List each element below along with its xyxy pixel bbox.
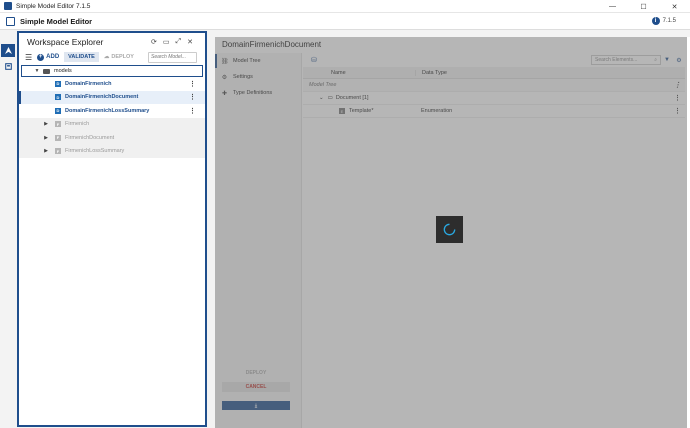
tree-item-domainfirmenich[interactable]: D DomainFirmenich ⋮ [19, 77, 205, 91]
model-icon: F [55, 134, 61, 141]
version-label: 7.1.5 [662, 18, 676, 24]
explorer-title: Workspace Explorer [27, 37, 104, 47]
model-tree: ▼ models D DomainFirmenich ⋮ D DomainFir… [19, 65, 205, 158]
window-titlebar: Simple Model Editor 7.1.5 — ☐ ✕ [0, 0, 690, 13]
folder-icon [43, 68, 50, 74]
chevron-right-icon[interactable]: ▶ [43, 135, 49, 141]
tree-item-label: FirmenichDocument [65, 134, 115, 141]
add-label: ADD [46, 54, 60, 60]
app-icon [4, 2, 12, 10]
version-indicator[interactable]: i 7.1.5 [651, 17, 676, 25]
tree-item-domainfirmenichdocument[interactable]: D DomainFirmenichDocument ⋮ [19, 90, 205, 104]
tree-item-domainfirmenichlosssummary[interactable]: D DomainFirmenichLossSummary ⋮ [19, 104, 205, 118]
validate-button[interactable]: VALIDATE [64, 52, 99, 62]
model-icon: F [55, 121, 61, 128]
more-options-icon[interactable]: ⋮ [189, 107, 196, 115]
refresh-icon[interactable]: ⟳ [151, 38, 157, 46]
spinner-icon [443, 223, 456, 236]
domain-model-icon: D [55, 107, 61, 114]
hamburger-menu-icon[interactable]: ☰ [25, 53, 32, 62]
tree-folder-models[interactable]: ▼ models [21, 65, 203, 77]
cloud-upload-icon: ☁ [103, 54, 110, 60]
info-icon[interactable]: i [651, 17, 660, 25]
deploy-label: DEPLOY [111, 54, 134, 60]
app-logo-icon [6, 16, 15, 26]
close-icon[interactable]: ✕ [187, 38, 193, 46]
tree-item-label: DomainFirmenich [65, 80, 112, 87]
rail-files-button[interactable] [1, 60, 15, 73]
minimize-button[interactable]: — [597, 0, 628, 13]
file-icon [4, 63, 12, 70]
tree-item-firmenichdocument[interactable]: ▶ F FirmenichDocument [19, 131, 205, 145]
window-controls: — ☐ ✕ [597, 0, 690, 12]
chevron-down-icon[interactable]: ▼ [34, 68, 40, 74]
chevron-right-icon[interactable]: ▶ [43, 121, 49, 127]
workspace-explorer: Workspace Explorer ⟳ ▭ ⤢ ✕ ☰ + ADD VALID… [17, 31, 207, 427]
rail-explorer-button[interactable] [1, 44, 15, 57]
close-window-button[interactable]: ✕ [659, 0, 690, 13]
model-explorer-icon [4, 47, 12, 54]
tree-item-label: Firmenich [65, 121, 90, 128]
tree-item-label: DomainFirmenichDocument [65, 94, 139, 101]
add-button[interactable]: + ADD [37, 53, 60, 61]
more-options-icon[interactable]: ⋮ [189, 93, 196, 101]
chevron-right-icon[interactable]: ▶ [43, 148, 49, 154]
explorer-toolbar: ☰ + ADD VALIDATE ☁ DEPLOY [25, 51, 197, 63]
loading-spinner [436, 216, 463, 243]
tree-item-label: DomainFirmenichLossSummary [65, 107, 150, 114]
left-rail [0, 30, 16, 428]
app-name: Simple Model Editor [20, 16, 93, 26]
more-options-icon[interactable]: ⋮ [189, 80, 196, 88]
model-icon: F [55, 148, 61, 155]
window-title: Simple Model Editor 7.1.5 [16, 2, 91, 10]
search-model-input[interactable] [148, 51, 197, 63]
folder-open-icon[interactable]: ▭ [163, 38, 170, 46]
maximize-button[interactable]: ☐ [628, 0, 659, 13]
app-header: Simple Model Editor i 7.1.5 [0, 13, 690, 30]
plus-icon: + [37, 53, 45, 61]
tree-item-firmenichlosssummary[interactable]: ▶ F FirmenichLossSummary [19, 144, 205, 158]
tree-item-label: FirmenichLossSummary [65, 148, 125, 155]
domain-model-icon: D [55, 94, 61, 101]
deploy-button[interactable]: ☁ DEPLOY [104, 54, 134, 60]
explorer-tools: ⟳ ▭ ⤢ ✕ [151, 38, 193, 46]
tree-item-firmenich[interactable]: ▶ F Firmenich [19, 117, 205, 131]
domain-model-icon: D [55, 80, 61, 87]
expand-icon[interactable]: ⤢ [176, 38, 182, 46]
tree-folder-label: models [54, 68, 72, 74]
